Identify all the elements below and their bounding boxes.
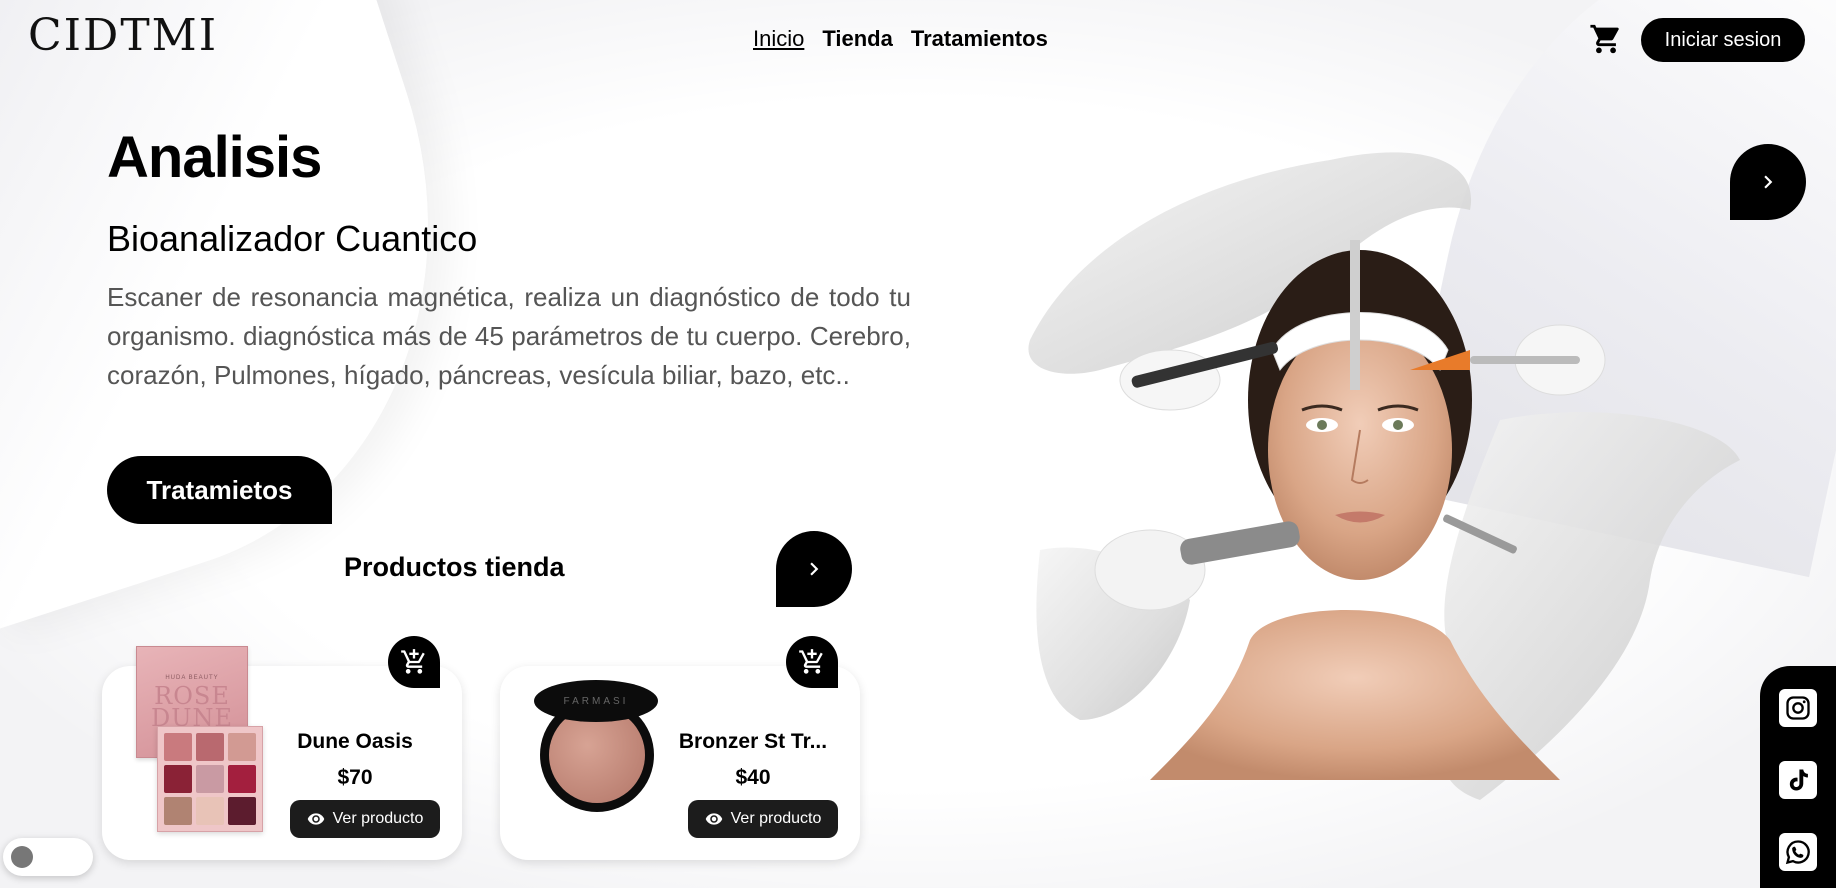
product-image: FARMASI xyxy=(534,680,658,812)
whatsapp-icon[interactable] xyxy=(1779,833,1817,871)
main-nav: Inicio Tienda Tratamientos xyxy=(753,26,1048,52)
chevron-right-icon xyxy=(810,562,819,576)
product-card[interactable]: FARMASI Bronzer St Tr... $40 Ver product… xyxy=(500,636,860,860)
instagram-icon[interactable] xyxy=(1779,689,1817,727)
product-name: Dune Oasis xyxy=(297,730,413,753)
nav-link-tienda[interactable]: Tienda xyxy=(822,26,893,52)
hero-title: Analisis xyxy=(107,125,322,190)
cart-icon[interactable] xyxy=(1589,22,1623,56)
cart-add-icon xyxy=(401,649,425,674)
login-button[interactable]: Iniciar sesion xyxy=(1641,18,1805,62)
theme-toggle[interactable] xyxy=(3,838,93,876)
view-product-button[interactable]: Ver producto xyxy=(290,800,440,838)
social-sidebar xyxy=(1760,666,1836,888)
tiktok-icon[interactable] xyxy=(1779,761,1817,799)
product-image-palette xyxy=(157,726,263,832)
add-to-cart-button[interactable] xyxy=(388,636,440,688)
toggle-knob xyxy=(11,846,33,868)
product-price: $70 xyxy=(337,766,373,789)
product-image-name: ROSE DUNE xyxy=(151,682,233,732)
product-image-brand: FARMASI xyxy=(563,695,629,707)
hero-subtitle: Bioanalizador Cuantico xyxy=(107,218,478,259)
add-to-cart-button[interactable] xyxy=(786,636,838,688)
product-image-brand: HUDA BEAUTY xyxy=(165,675,219,681)
hero-image xyxy=(1000,120,1760,820)
product-name: Bronzer St Tr... xyxy=(678,730,828,753)
view-product-label: Ver producto xyxy=(332,810,424,827)
eye-icon xyxy=(307,813,324,825)
products-title: Productos tienda xyxy=(344,552,565,582)
view-product-button[interactable]: Ver producto xyxy=(688,800,838,838)
eye-icon xyxy=(705,813,722,825)
top-bar: CIDTMI Inicio Tienda Tratamientos Inicia… xyxy=(0,0,1836,80)
logo[interactable]: CIDTMI xyxy=(28,14,218,58)
nav-link-tratamientos[interactable]: Tratamientos xyxy=(911,26,1048,52)
view-product-label: Ver producto xyxy=(730,810,822,827)
cart-add-icon xyxy=(799,649,823,674)
nav-link-inicio[interactable]: Inicio xyxy=(753,26,804,52)
hero-description: Escaner de resonancia magnética, realiza… xyxy=(107,282,911,390)
product-card[interactable]: HUDA BEAUTY ROSE DUNE Dune Oasis $70 Ver… xyxy=(102,636,462,860)
product-price: $40 xyxy=(735,766,771,789)
products-next-button[interactable] xyxy=(776,531,852,607)
treatments-button[interactable]: Tratamietos xyxy=(107,456,332,524)
